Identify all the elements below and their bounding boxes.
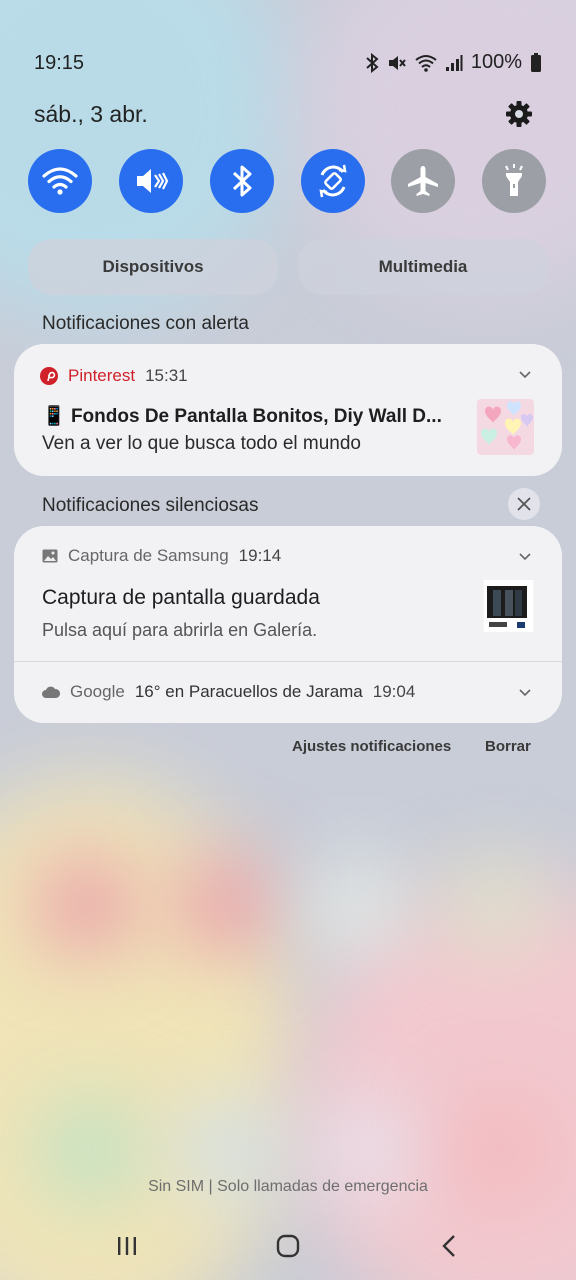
wifi-icon: [42, 167, 78, 195]
chevron-down-icon[interactable]: [518, 550, 532, 564]
screenshot-thumbnail: [483, 580, 534, 632]
flashlight-toggle[interactable]: [482, 149, 546, 213]
notification-title-text: Fondos De Pantalla Bonitos, Diy Wall D..…: [70, 406, 442, 427]
silent-notifications-card: Captura de Samsung 19:14 Captura de pant…: [14, 526, 562, 723]
airplane-mode-toggle[interactable]: [391, 149, 455, 213]
status-time: 19:15: [34, 52, 85, 74]
google-weather-notification[interactable]: Google 16° en Paracuellos de Jarama 19:0…: [14, 662, 562, 723]
notification-title: Captura de pantalla guardada: [42, 586, 320, 609]
alert-notifications-label: Notificaciones con alerta: [42, 313, 249, 334]
date-label: sáb., 3 abr.: [34, 101, 148, 127]
cloud-icon: [42, 686, 60, 698]
chevron-down-icon[interactable]: [518, 686, 532, 700]
devices-button[interactable]: Dispositivos: [28, 239, 278, 295]
recents-icon: [118, 1237, 136, 1255]
wifi-icon: [415, 54, 437, 72]
home-button[interactable]: [275, 1233, 301, 1259]
wifi-toggle[interactable]: [28, 149, 92, 213]
battery-percent: 100%: [470, 51, 522, 73]
notification-title: 📱 Fondos De Pantalla Bonitos, Diy Wall D…: [42, 404, 474, 428]
weather-summary: 16° en Paracuellos de Jarama: [134, 682, 363, 701]
close-icon: [517, 497, 531, 511]
battery-icon: [531, 52, 541, 72]
image-icon: [42, 549, 58, 563]
notification-app-name: Google: [70, 682, 125, 701]
bluetooth-icon: [232, 165, 252, 197]
back-icon: [442, 1235, 455, 1257]
notification-thumbnail: [477, 399, 534, 455]
notification-settings-button[interactable]: Ajustes notificaciones: [292, 738, 451, 755]
sound-mute-toggle[interactable]: [119, 149, 183, 213]
airplane-icon: [408, 166, 438, 196]
flashlight-icon: [505, 164, 523, 196]
notification-time: 15:31: [145, 366, 188, 385]
mute-icon: [137, 169, 169, 193]
home-icon: [276, 1234, 300, 1258]
recent-apps-button[interactable]: [115, 1234, 139, 1258]
pinterest-icon: [40, 367, 58, 385]
gear-icon[interactable]: [504, 99, 534, 129]
rotate-icon: [319, 164, 347, 198]
notification-body: Ven a ver lo que busca todo el mundo: [42, 433, 362, 454]
signal-icon: [445, 54, 463, 71]
silent-notifications-label: Notificaciones silenciosas: [42, 495, 259, 516]
bluetooth-icon: [366, 52, 379, 73]
notification-time: 19:04: [372, 682, 416, 701]
mute-icon: [388, 55, 406, 70]
dismiss-silent-button[interactable]: [508, 488, 540, 520]
chevron-down-icon[interactable]: [518, 368, 532, 382]
back-button[interactable]: [440, 1234, 460, 1258]
auto-rotate-toggle[interactable]: [301, 149, 365, 213]
notification-time: 19:14: [238, 546, 282, 565]
phone-emoji-icon: 📱: [42, 406, 66, 427]
notification-app-name: Pinterest: [68, 366, 136, 385]
screenshot-notification[interactable]: Captura de Samsung 19:14 Captura de pant…: [14, 526, 562, 661]
notification-body: Pulsa aquí para abrirla en Galería.: [42, 620, 318, 640]
bluetooth-toggle[interactable]: [210, 149, 274, 213]
status-icons: 100%: [365, 51, 542, 74]
clear-all-button[interactable]: Borrar: [485, 738, 531, 755]
pinterest-notification[interactable]: Pinterest 15:31 📱 Fondos De Pantalla Bon…: [14, 344, 562, 476]
media-button[interactable]: Multimedia: [298, 239, 548, 295]
sim-status-text: Sin SIM | Solo llamadas de emergencia: [148, 1178, 428, 1195]
notification-app-name: Captura de Samsung: [68, 546, 229, 565]
